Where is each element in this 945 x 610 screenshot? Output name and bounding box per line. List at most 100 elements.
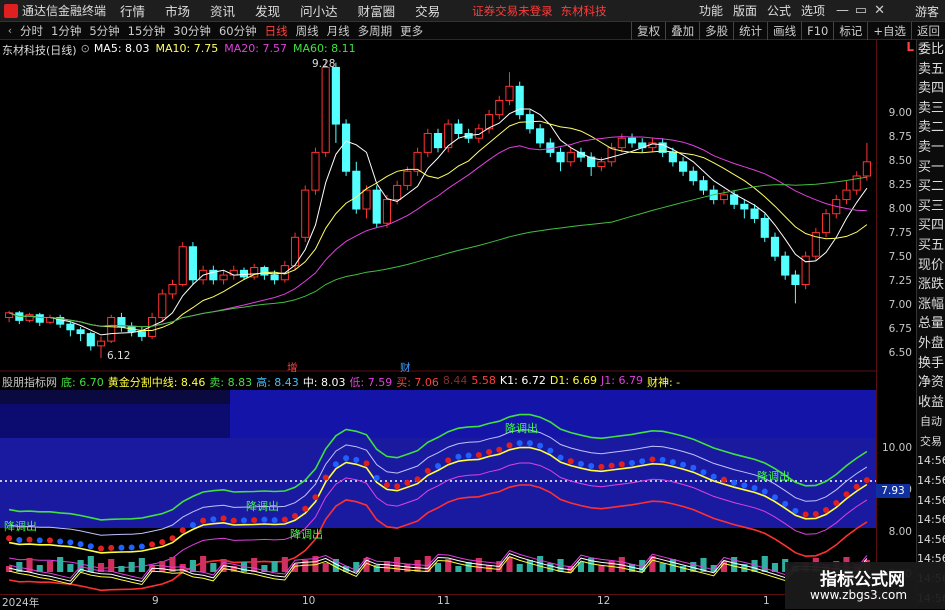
right-menu-item[interactable]: 公式: [767, 2, 791, 19]
toolbar-button[interactable]: +自选: [867, 22, 911, 40]
title-bar: 通达信金融终端 行情 市场 资讯 发现 问小达 财富圈 交易 证券交易未登录 东材科技 功能…: [0, 0, 945, 22]
candle-body: [413, 151, 422, 172]
indicator-dot: [46, 537, 53, 544]
indicator-bar: [108, 559, 115, 572]
toolbar-button[interactable]: 叠加: [665, 22, 699, 40]
side-panel-item[interactable]: 买五: [917, 236, 945, 256]
right-menu-item[interactable]: 版面: [733, 2, 757, 19]
side-panel-item[interactable]: 14:56: [917, 471, 945, 491]
side-panel-item[interactable]: 卖三: [917, 99, 945, 119]
price-tick-label: 6.75: [888, 323, 912, 335]
side-panel-item[interactable]: 交易: [917, 432, 945, 452]
indicator-dot: [802, 511, 809, 518]
menu-item[interactable]: 交易: [415, 4, 440, 19]
candle-body: [35, 314, 44, 323]
toolbar-button[interactable]: 返回: [911, 22, 945, 40]
side-panel-item[interactable]: 委比: [917, 40, 945, 60]
side-panel-item[interactable]: 14:56: [917, 451, 945, 471]
candle-body: [352, 170, 361, 210]
period-tab[interactable]: 日线: [265, 23, 288, 39]
toolbar-button[interactable]: 多股: [699, 22, 733, 40]
period-tab[interactable]: 1分钟: [51, 23, 81, 39]
legend-toggle-icon[interactable]: ⊙: [81, 42, 90, 58]
toolbar-button[interactable]: 画线: [767, 22, 801, 40]
period-tab[interactable]: 分时: [20, 23, 43, 39]
indicator-dot: [853, 483, 860, 490]
candle-body: [842, 189, 851, 201]
indicator-dot: [567, 458, 574, 465]
side-panel-item[interactable]: 卖一: [917, 138, 945, 158]
right-menu-item[interactable]: 功能: [699, 2, 723, 19]
side-panel-item[interactable]: 换手: [917, 354, 945, 374]
period-tab[interactable]: 15分钟: [128, 23, 166, 39]
side-panel-item[interactable]: 买一: [917, 158, 945, 178]
side-panel-item[interactable]: 外盘: [917, 334, 945, 354]
side-panel-item[interactable]: 卖二: [917, 118, 945, 138]
side-panel-item[interactable]: 自动: [917, 412, 945, 432]
toolbar-button[interactable]: 复权: [631, 22, 665, 40]
candle-body: [158, 293, 167, 319]
side-panel-item[interactable]: 买四: [917, 216, 945, 236]
close-icon[interactable]: ✕: [874, 3, 885, 18]
candle-body: [474, 128, 483, 139]
right-menu-item[interactable]: 选项: [801, 2, 825, 19]
side-panel-item[interactable]: 现价: [917, 256, 945, 276]
indicator-dot: [649, 456, 656, 463]
menu-item[interactable]: 市场: [165, 4, 190, 19]
menu-item[interactable]: 财富圈: [358, 4, 396, 19]
indicator-dot: [383, 481, 390, 488]
low-price-label: 6.12: [107, 350, 131, 362]
toolbar-button[interactable]: 标记: [833, 22, 867, 40]
menu-item[interactable]: 行情: [120, 4, 145, 19]
login-notice[interactable]: 证券交易未登录: [472, 3, 553, 19]
side-panel-item[interactable]: 14:56: [917, 510, 945, 530]
indicator-bar: [57, 557, 64, 572]
period-tab[interactable]: 多周期: [358, 23, 393, 39]
side-panel-item[interactable]: 涨幅: [917, 295, 945, 315]
period-tab[interactable]: 60分钟: [219, 23, 257, 39]
candle-body: [750, 208, 759, 219]
stock-name: 东材科技(日线): [2, 44, 77, 57]
side-panel-item[interactable]: 买三: [917, 197, 945, 217]
side-panel-item[interactable]: 14:56: [917, 491, 945, 511]
price-tick-label: 9.00: [888, 107, 912, 119]
candle-body: [239, 269, 249, 278]
indicator-dot: [189, 522, 196, 528]
quote-side-panel: 委比 卖五 卖四 卖三 卖二 卖一 买一 买二 买三 买四 买五 现价 涨跌 涨幅 总量 外盘 换手 净资 收益 自动…: [916, 40, 945, 609]
period-tab[interactable]: 30分钟: [173, 23, 211, 39]
candle-body: [689, 170, 698, 182]
indicator-tick-label: 10.00: [881, 442, 912, 454]
indicator-dot: [312, 494, 319, 501]
indicator-chart-area[interactable]: 降调出 降调出 降调出 降调出 降调出: [0, 372, 876, 594]
main-chart-area[interactable]: [0, 40, 876, 372]
indicator-legend-item: 财神: -: [646, 376, 681, 389]
indicator-legend: 股朋指标网 底: 6.70 黄金分割中线: 8.46 卖: 8.83 高: 8.43 中:…: [2, 374, 680, 390]
menu-item[interactable]: 资讯: [210, 4, 235, 19]
side-panel-item[interactable]: 净资: [917, 373, 945, 393]
side-panel-item[interactable]: 卖五: [917, 60, 945, 80]
indicator-legend-item: 中: 8.03: [302, 376, 346, 389]
menu-item[interactable]: 问小达: [300, 4, 338, 19]
side-panel-item[interactable]: 买二: [917, 177, 945, 197]
toolbar-button[interactable]: F10: [801, 22, 833, 40]
indicator-legend-item: J1: 6.79: [601, 374, 643, 387]
indicator-dot: [863, 477, 870, 484]
side-panel-item[interactable]: 收益: [917, 393, 945, 413]
side-panel-item[interactable]: 卖四: [917, 79, 945, 99]
toolbar-button[interactable]: 统计: [733, 22, 767, 40]
guest-label[interactable]: 游客: [915, 3, 939, 20]
minimize-icon[interactable]: —: [836, 3, 849, 18]
menu-item[interactable]: 发现: [255, 4, 280, 19]
indicator-dot: [332, 461, 339, 468]
back-arrow-icon[interactable]: ‹: [0, 24, 20, 37]
period-tab[interactable]: 5分钟: [89, 23, 119, 39]
period-tab[interactable]: 月线: [327, 23, 350, 39]
indicator-dot: [669, 459, 676, 466]
side-panel-item[interactable]: 涨跌: [917, 275, 945, 295]
period-tab[interactable]: 更多: [400, 23, 423, 39]
side-panel-item[interactable]: 14:56: [917, 530, 945, 550]
side-panel-item[interactable]: 总量: [917, 314, 945, 334]
candle-body: [454, 123, 463, 134]
restore-icon[interactable]: ▭: [855, 3, 867, 18]
period-tab[interactable]: 周线: [296, 23, 319, 39]
